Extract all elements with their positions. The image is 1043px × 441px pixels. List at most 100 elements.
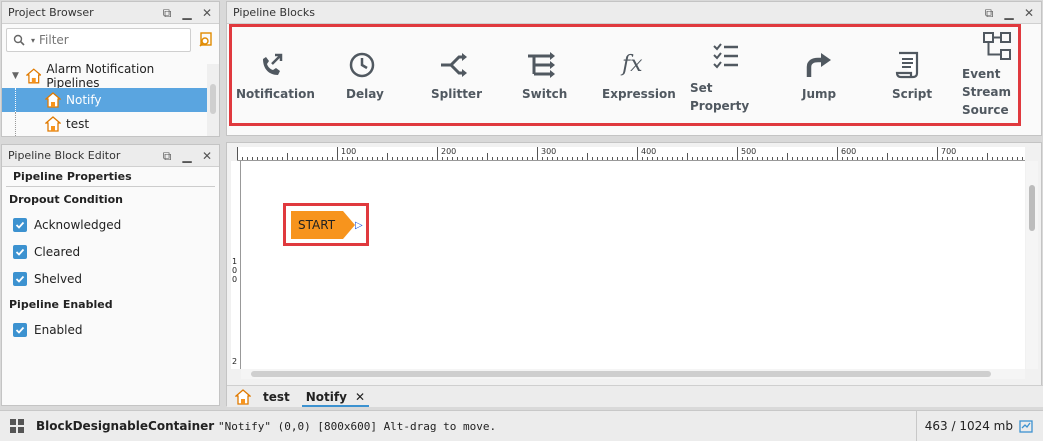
block-expression[interactable]: fx Expression xyxy=(602,47,676,103)
ruler-label: 600 xyxy=(841,147,857,156)
vertical-ruler: 1 0 0 2 xyxy=(231,161,241,369)
check-cleared[interactable]: Cleared xyxy=(2,238,219,265)
fx-icon: fx xyxy=(622,52,643,77)
minimize-icon[interactable]: ▁ xyxy=(181,150,193,162)
close-icon[interactable]: ✕ xyxy=(201,7,213,19)
block-label: Expression xyxy=(602,87,676,101)
block-editor-panel: Pipeline Block Editor ⧉ ▁ ✕ Pipeline Pro… xyxy=(1,144,220,406)
search-icon xyxy=(13,34,25,46)
check-acknowledged[interactable]: Acknowledged xyxy=(2,211,219,238)
minimize-icon[interactable]: ▁ xyxy=(181,7,193,19)
pipeline-icon xyxy=(45,92,61,108)
script-icon xyxy=(895,51,919,79)
pipeline-icon xyxy=(235,388,251,405)
phone-arrow-icon xyxy=(263,53,283,75)
dropout-condition-label: Dropout Condition xyxy=(9,193,123,206)
float-icon[interactable]: ⧉ xyxy=(983,7,995,19)
document-tabs: test Notify ✕ xyxy=(227,385,1043,407)
pipeline-icon xyxy=(45,116,61,132)
panel-title: Pipeline Blocks xyxy=(233,6,316,19)
checkbox-label: Enabled xyxy=(34,322,83,337)
search-input[interactable] xyxy=(39,33,180,47)
tree-item-label: test xyxy=(66,117,90,131)
splitter-icon xyxy=(441,53,467,77)
block-label: Notification xyxy=(236,87,315,101)
block-event-stream-source[interactable]: Event Stream Source xyxy=(962,29,1018,119)
search-box[interactable]: ▾ xyxy=(6,28,191,52)
status-class: BlockDesignableContainer xyxy=(36,419,215,433)
panel-title: Pipeline Block Editor xyxy=(8,149,121,162)
ruler-label: 400 xyxy=(641,147,657,156)
block-splitter[interactable]: Splitter xyxy=(431,47,482,103)
tree-item-alarm-pipelines[interactable]: ▼ Alarm Notification Pipelines xyxy=(2,62,207,90)
status-detail: "Notify" (0,0) [800x600] Alt-drag to mov… xyxy=(218,420,497,433)
memory-icon[interactable] xyxy=(1019,419,1033,433)
ruler-label: 0 xyxy=(232,275,238,284)
checkbox-label: Cleared xyxy=(34,244,81,259)
start-node-arrow xyxy=(343,211,355,239)
block-notification[interactable]: Notification xyxy=(236,47,315,103)
ruler-label: 100 xyxy=(341,147,357,156)
pipeline-blocks-panel: Pipeline Blocks ⧉ ▁ ✕ Notification Delay… xyxy=(226,1,1042,136)
horizontal-ruler: 100 200 300 400 500 600 700 xyxy=(237,147,1025,161)
ruler-label: 1 xyxy=(232,257,238,266)
block-set-property[interactable]: Set Property xyxy=(690,39,750,115)
ruler-label: 0 xyxy=(232,266,238,275)
project-browser-panel: Project Browser ⧉ ▁ ✕ ▾ ▼ Alarm Notifica… xyxy=(1,1,220,137)
checkbox[interactable] xyxy=(13,271,27,286)
checklist-icon xyxy=(713,43,738,69)
close-icon[interactable]: ✕ xyxy=(201,150,213,162)
chevron-down-icon: ▾ xyxy=(31,35,36,45)
clock-icon xyxy=(349,52,375,78)
check-shelved[interactable]: Shelved xyxy=(2,265,219,292)
block-label: Jump xyxy=(802,87,837,101)
start-block-highlight: START ▷ xyxy=(283,203,369,246)
checkbox[interactable] xyxy=(13,322,27,337)
tree-item-label: Alarm Notification Pipelines xyxy=(46,62,155,90)
checkbox-label: Acknowledged xyxy=(34,217,122,232)
chevron-down-icon[interactable]: ▼ xyxy=(12,71,22,81)
block-label: Switch xyxy=(522,87,568,101)
ruler-label: 300 xyxy=(541,147,557,156)
checkbox[interactable] xyxy=(13,244,27,259)
event-stream-icon xyxy=(983,32,1011,60)
canvas-vertical-scrollbar[interactable] xyxy=(1026,161,1038,369)
block-label: Set Property xyxy=(690,81,750,113)
block-jump[interactable]: Jump xyxy=(802,47,836,103)
switch-icon xyxy=(528,52,555,78)
pipeline-icon xyxy=(25,68,42,84)
memory-usage: 463 / 1024 mb xyxy=(915,411,1013,441)
project-browser-header: Project Browser ⧉ ▁ ✕ xyxy=(2,2,219,24)
block-script[interactable]: Script xyxy=(892,47,932,103)
check-enabled[interactable]: Enabled xyxy=(2,316,219,343)
block-delay[interactable]: Delay xyxy=(346,47,384,103)
find-replace-icon[interactable] xyxy=(198,32,214,48)
block-label: Delay xyxy=(346,87,384,101)
blocks-palette: Notification Delay Splitter Switch fx Ex… xyxy=(229,24,1021,126)
design-canvas[interactable]: START ▷ xyxy=(241,161,1025,369)
close-icon[interactable]: ✕ xyxy=(355,390,365,404)
tab-notify[interactable]: Notify ✕ xyxy=(301,387,370,407)
float-icon[interactable]: ⧉ xyxy=(161,150,173,162)
block-label: Splitter xyxy=(431,87,482,101)
grid-icon[interactable] xyxy=(10,419,24,433)
block-label: Script xyxy=(892,87,933,101)
minimize-icon[interactable]: ▁ xyxy=(1003,7,1015,19)
start-node[interactable]: START xyxy=(291,211,343,239)
tree-scrollbar[interactable] xyxy=(207,64,219,136)
status-message: BlockDesignableContainer "Notify" (0,0) … xyxy=(36,419,496,433)
pipeline-designer: 100 200 300 400 500 600 700 1 0 0 2 STAR… xyxy=(226,142,1043,407)
block-label: Event Stream Source xyxy=(962,67,1012,117)
checkbox[interactable] xyxy=(13,217,27,232)
float-icon[interactable]: ⧉ xyxy=(161,7,173,19)
canvas-horizontal-scrollbar[interactable] xyxy=(241,369,1025,379)
tree-item-test[interactable]: test xyxy=(2,112,207,136)
output-port-icon[interactable]: ▷ xyxy=(355,220,363,231)
close-icon[interactable]: ✕ xyxy=(1023,7,1035,19)
project-tree: ▼ Alarm Notification Pipelines Notify te… xyxy=(2,62,207,136)
tree-item-notify[interactable]: Notify xyxy=(2,88,207,112)
tab-test[interactable]: test xyxy=(259,387,294,407)
tree-item-label: Notify xyxy=(66,93,102,107)
jump-arrow-icon xyxy=(806,53,831,77)
block-switch[interactable]: Switch xyxy=(522,47,567,103)
